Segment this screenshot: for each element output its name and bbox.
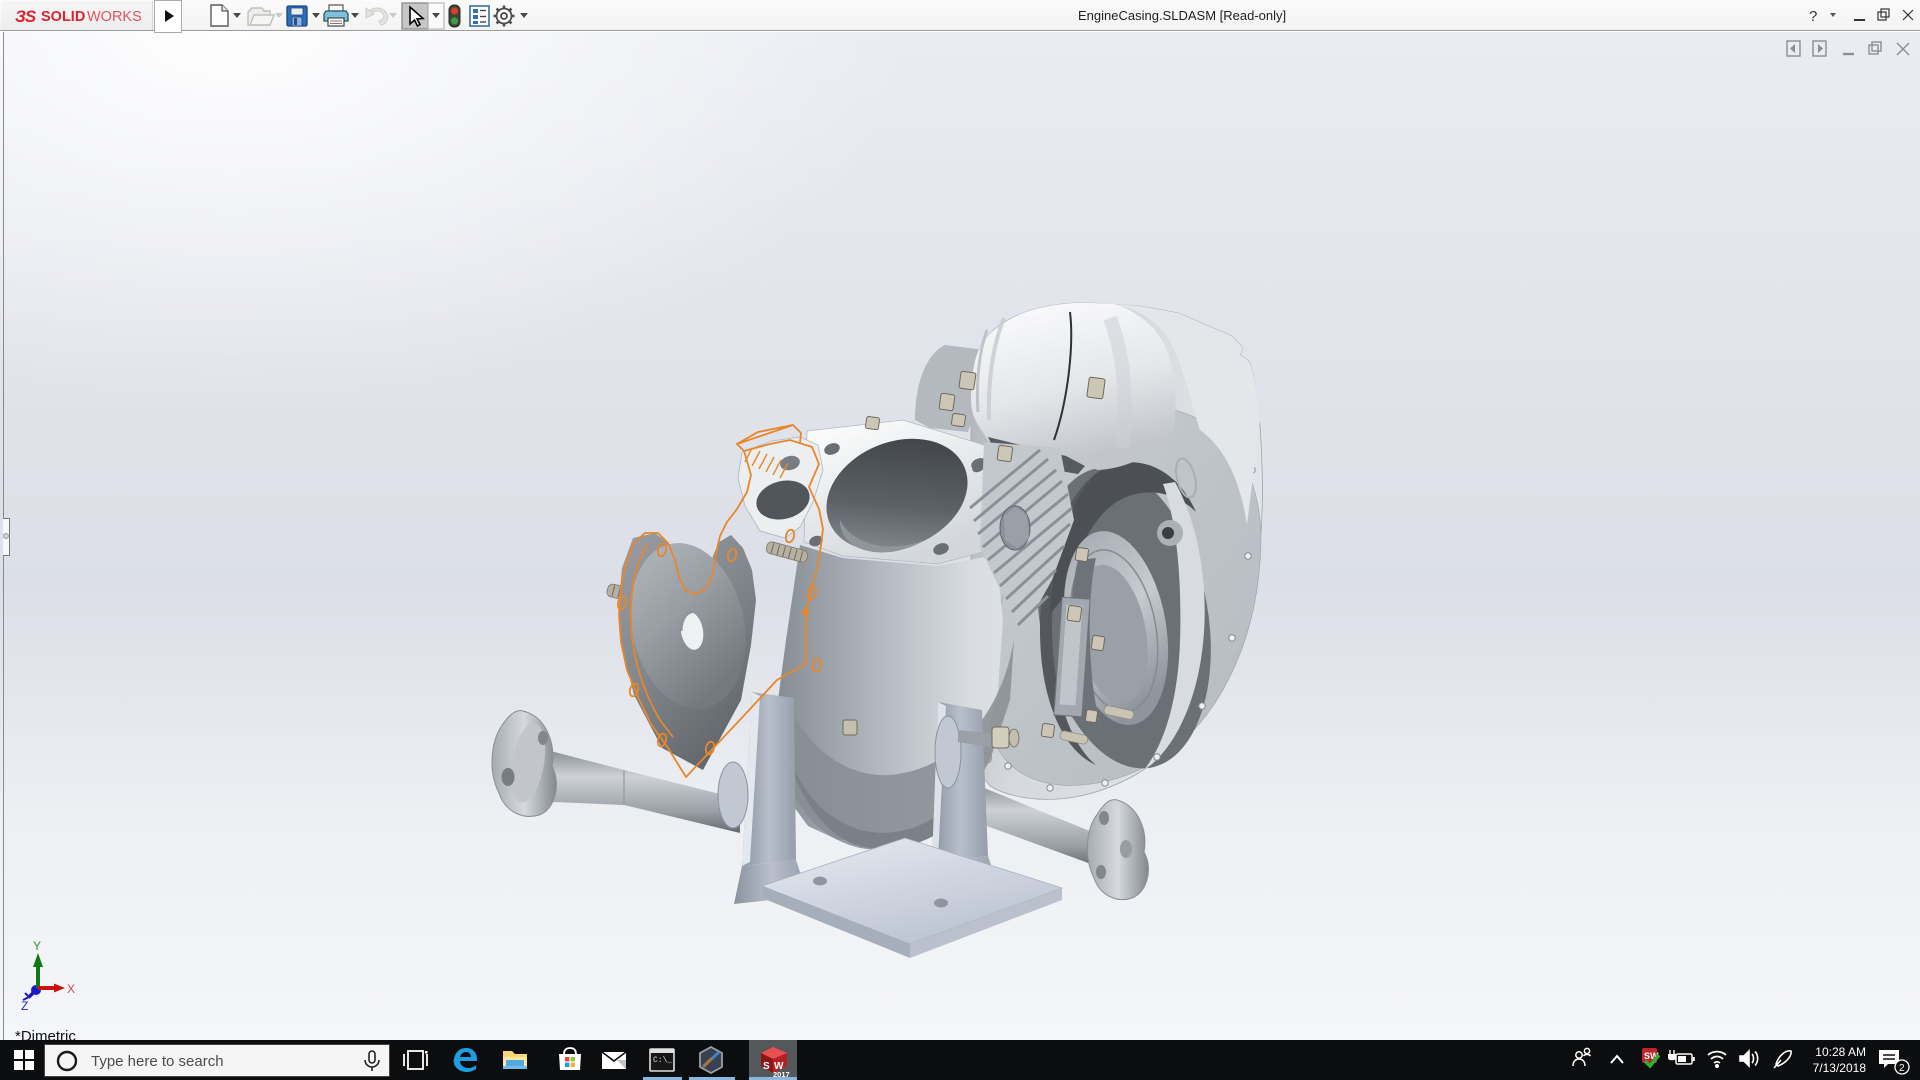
svg-text:S: S	[763, 1061, 770, 1072]
svg-text:2: 2	[1899, 1063, 1905, 1074]
svg-text:C:\_: C:\_	[653, 1056, 672, 1065]
svg-text:?: ?	[1809, 8, 1817, 25]
svg-text:Y: Y	[33, 940, 41, 953]
svg-text:Z: Z	[21, 999, 28, 1013]
svg-text:X: X	[67, 982, 75, 996]
